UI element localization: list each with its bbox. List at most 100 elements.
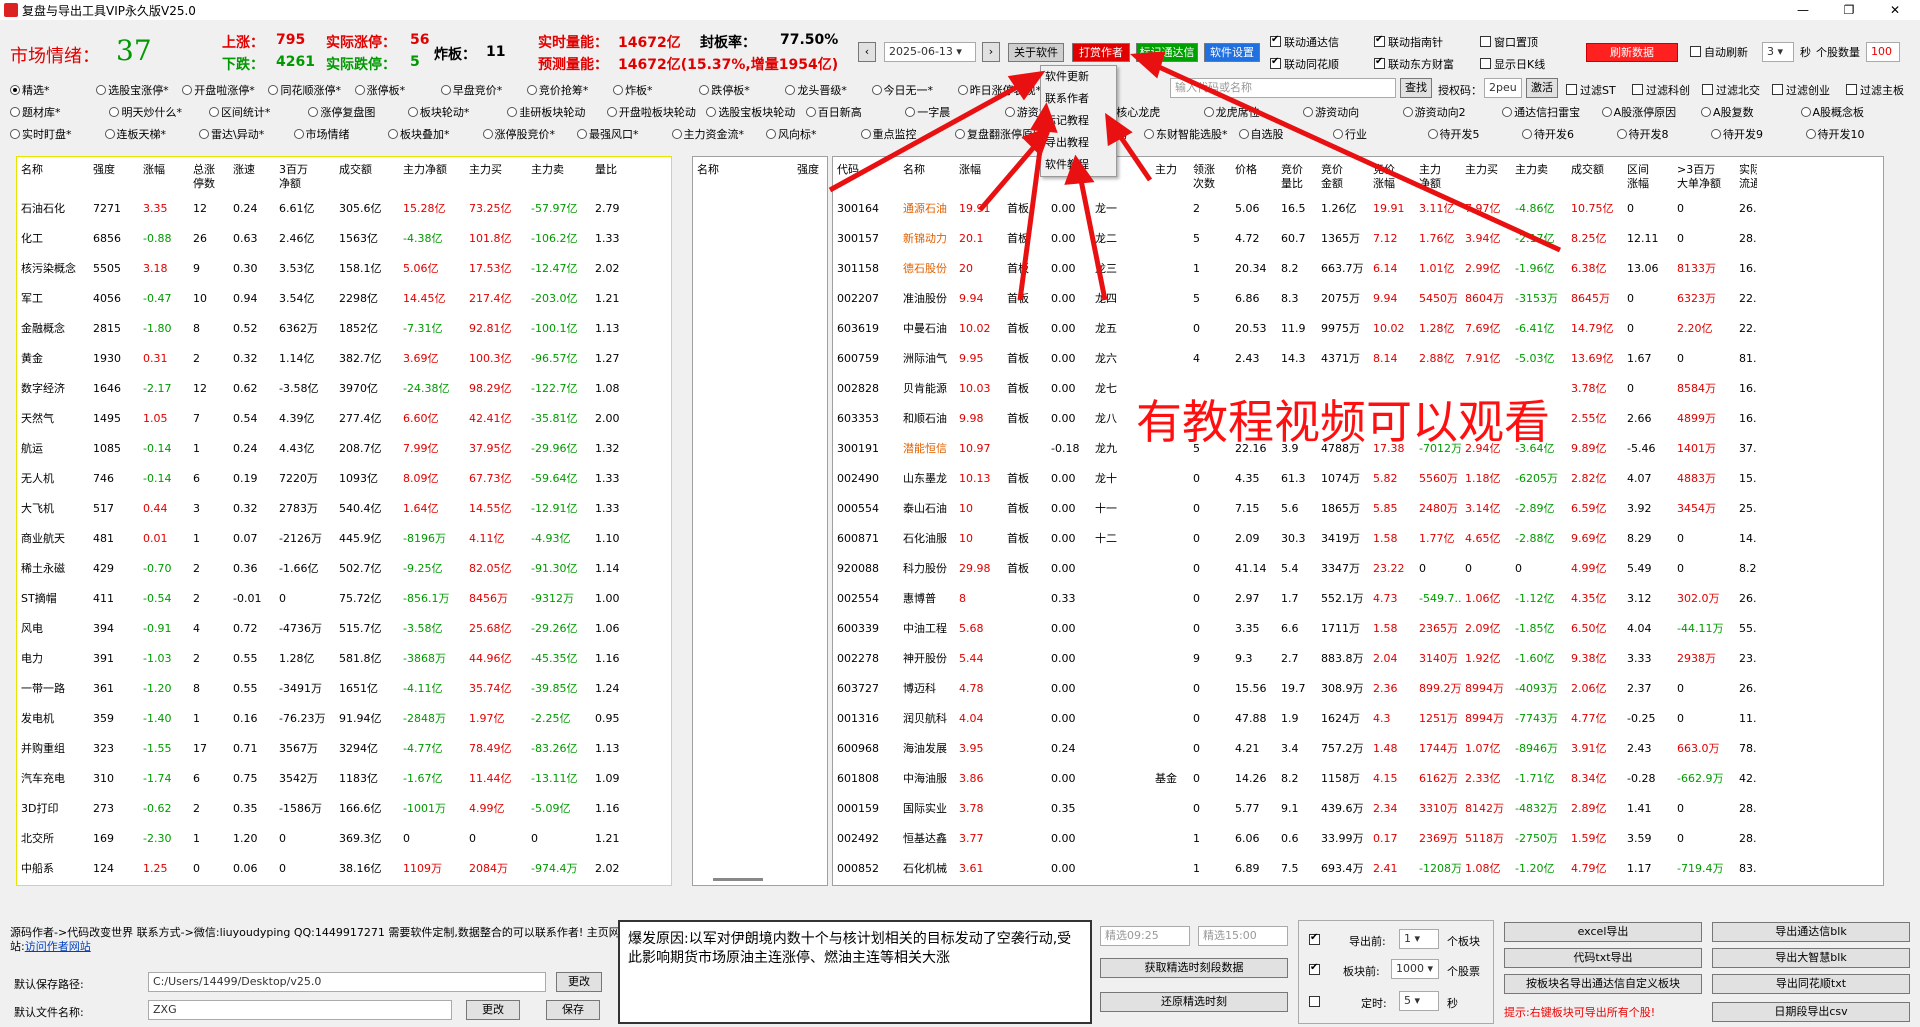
auth-input[interactable]: 2peu bbox=[1484, 78, 1522, 98]
search-input[interactable]: 输入代码或名称 bbox=[1170, 78, 1396, 98]
column-header[interactable]: 名称 bbox=[693, 157, 793, 193]
column-header[interactable]: 强度 bbox=[89, 157, 139, 193]
refresh-button[interactable]: 刷新数据 bbox=[1586, 43, 1678, 62]
timer-checkbox[interactable] bbox=[1309, 995, 1323, 1009]
link-znz-checkbox[interactable]: 联动指南针 bbox=[1374, 34, 1443, 50]
timer-select[interactable]: 5 ▾ bbox=[1399, 991, 1439, 1011]
column-header[interactable]: 竞价 金额 bbox=[1317, 157, 1369, 193]
table-row[interactable]: 603619 中曼石油 10.02 首板 0.00 龙五 0 20.53 11.9 9975万 10… bbox=[833, 313, 1757, 343]
table-row[interactable]: 600871 石化油服 10 首板 0.00 十二 0 2.09 30.3 3419万 1.58 1.… bbox=[833, 523, 1757, 553]
table-row[interactable]: 化工 6856 -0.88 26 0.63 2.46亿 1563亿 -4.38亿 101.8亿 -… bbox=[17, 223, 627, 253]
radio-option[interactable]: 龙虎席位 bbox=[1203, 104, 1260, 120]
table-row[interactable]: 000852 石化机械 3.61 0.00 1 6.89 7.5 693.4万 2.41 -120… bbox=[833, 853, 1757, 883]
link-ths-checkbox[interactable]: 联动同花顺 bbox=[1270, 56, 1339, 72]
table-row[interactable]: 中船系 124 1.25 0 0.06 0 38.16亿 1109万 2084万 -974.4万 2… bbox=[17, 853, 627, 883]
donate-button[interactable]: 打赏作者 bbox=[1072, 43, 1130, 62]
maximize-button[interactable]: ❐ bbox=[1826, 0, 1872, 20]
column-header[interactable]: 涨幅 bbox=[955, 157, 1003, 193]
filter-zb[interactable]: 过滤主板 bbox=[1846, 82, 1904, 98]
close-button[interactable]: ✕ bbox=[1872, 0, 1918, 20]
column-header[interactable]: 涨速 bbox=[229, 157, 275, 193]
radio-option[interactable]: 东财智能选股* bbox=[1144, 126, 1228, 142]
menu-item-export-tutorial[interactable]: 导出教程 bbox=[1041, 132, 1116, 154]
table-row[interactable]: 发电机 359 -1.40 1 0.16 -76.23万 91.94亿 -2848万 1.97亿… bbox=[17, 703, 627, 733]
about-software-button[interactable]: 关于软件 bbox=[1008, 43, 1064, 62]
radio-option[interactable]: 待开发5 bbox=[1427, 126, 1480, 142]
visit-site-link[interactable]: 访问作者网站 bbox=[25, 940, 91, 953]
radio-option[interactable]: 一字晨 bbox=[905, 104, 950, 120]
column-header[interactable]: 主力净额 bbox=[399, 157, 465, 193]
table-row[interactable]: 电力 391 -1.03 2 0.55 1.28亿 581.8亿 -3868万 44.96亿 -4… bbox=[17, 643, 627, 673]
date-range-csv-button[interactable]: 日期段导出csv bbox=[1712, 1002, 1910, 1022]
table-row[interactable]: 300157 新锦动力 20.1 首板 0.00 龙二 5 4.72 60.7 1365万 7.12… bbox=[833, 223, 1757, 253]
radio-option[interactable]: 涨停股竞价* bbox=[482, 126, 555, 142]
table-row[interactable]: 000554 泰山石油 10 首板 0.00 十一 0 7.15 5.6 1865万 5.85 248… bbox=[833, 493, 1757, 523]
table-row[interactable]: 301158 德石股份 20 首板 0.00 龙三 1 20.34 8.2 663.7万 6.14 1… bbox=[833, 253, 1757, 283]
radio-option[interactable]: 连板天梯* bbox=[104, 126, 166, 142]
radio-option[interactable]: 选股宝涨停* bbox=[96, 82, 169, 98]
column-header[interactable]: 竞价 量比 bbox=[1277, 157, 1317, 193]
radio-option[interactable]: 待开发9 bbox=[1711, 126, 1763, 142]
export-before-checkbox[interactable] bbox=[1309, 932, 1323, 947]
radio-option[interactable]: 昨日涨停表现* bbox=[957, 82, 1041, 98]
table-row[interactable]: ST摘帽 411 -0.54 2 -0.01 0 75.72亿 -856.1万 8456万 -93… bbox=[17, 583, 627, 613]
column-header[interactable]: 主力 bbox=[1151, 157, 1189, 193]
table-row[interactable]: 数字经济 1646 -2.17 12 0.62 -3.58亿 3970亿 -24.38亿 98.… bbox=[17, 373, 627, 403]
settings-button[interactable]: 软件设置 bbox=[1204, 43, 1260, 62]
radio-option[interactable]: 游资动向2 bbox=[1402, 104, 1466, 120]
radio-option[interactable]: 炸板* bbox=[613, 82, 653, 98]
radio-option[interactable]: 板块轮动* bbox=[407, 104, 469, 120]
radio-option[interactable]: 待开发10 bbox=[1805, 126, 1865, 142]
radio-option[interactable]: 雷达\异动* bbox=[199, 126, 264, 142]
table-row[interactable]: 商业航天 481 0.01 1 0.07 -2126万 445.9亿 -8196万 4.11亿 -… bbox=[17, 523, 627, 553]
change-path-button[interactable]: 更改 bbox=[556, 972, 602, 992]
table-row[interactable]: 002207 准油股份 9.94 首板 0.00 龙四 5 6.86 8.3 2075万 9.94 5… bbox=[833, 283, 1757, 313]
menu-item-software-tutorial[interactable]: 软件教程 bbox=[1041, 154, 1116, 176]
block-before-checkbox[interactable] bbox=[1309, 962, 1323, 977]
column-header[interactable]: 代码 bbox=[833, 157, 899, 193]
radio-option[interactable]: 复盘翻涨停原因 bbox=[955, 126, 1044, 142]
restore-selection-button[interactable]: 还原精选时刻 bbox=[1100, 992, 1288, 1012]
menu-item-contact[interactable]: 联系作者 bbox=[1041, 88, 1116, 110]
table-row[interactable]: 并购重组 323 -1.55 17 0.71 3567万 3294亿 -4.77亿 78.49亿… bbox=[17, 733, 627, 763]
column-header[interactable]: 主力 净额 bbox=[1415, 157, 1461, 193]
radio-option[interactable]: 开盘啦涨停* bbox=[182, 82, 255, 98]
table-row[interactable]: 无人机 746 -0.14 6 0.19 7220万 1093亿 8.09亿 67.73亿 -59… bbox=[17, 463, 627, 493]
radio-option[interactable]: 主力资金流* bbox=[671, 126, 744, 142]
table-row[interactable]: 002490 山东墨龙 10.13 首板 0.00 龙十 0 4.35 61.3 1074万 5.8… bbox=[833, 463, 1757, 493]
table-row[interactable]: 天然气 1495 1.05 7 0.54 4.39亿 277.4亿 6.60亿 42.41亿 -3… bbox=[17, 403, 627, 433]
filter-cy[interactable]: 过滤创业 bbox=[1772, 82, 1830, 98]
column-header[interactable]: 名称 bbox=[899, 157, 955, 193]
radio-option[interactable]: A股复数 bbox=[1701, 104, 1754, 120]
table-row[interactable]: 002554 惠博普 8 0.33 0 2.97 1.7 552.1万 4.73 -549.7..… bbox=[833, 583, 1757, 613]
column-header[interactable]: 主力卖 bbox=[527, 157, 591, 193]
table-row[interactable]: 002492 恒基达鑫 3.77 0.00 1 6.06 0.6 33.99万 0.17 2369… bbox=[833, 823, 1757, 853]
table-row[interactable]: 北交所 169 -2.30 1 1.20 0 369.3亿 0 0 0 1.21 bbox=[17, 823, 627, 853]
filter-st[interactable]: 过滤ST bbox=[1566, 82, 1616, 98]
column-header[interactable]: 竞价 涨幅 bbox=[1369, 157, 1415, 193]
column-header[interactable]: 主力买 bbox=[465, 157, 527, 193]
table-row[interactable]: 603727 博迈科 4.78 0.00 0 15.56 19.7 308.9万 2.36 899… bbox=[833, 673, 1757, 703]
table-row[interactable]: 石油石化 7271 3.35 12 0.24 6.61亿 305.6亿 15.28亿 73.25… bbox=[17, 193, 627, 223]
radio-option[interactable]: 明天炒什么* bbox=[109, 104, 182, 120]
select-time-1[interactable]: 精选09:25 bbox=[1100, 926, 1190, 946]
radio-option[interactable]: 自选股 bbox=[1238, 126, 1284, 142]
radio-option[interactable]: A股涨停原因 bbox=[1601, 104, 1676, 120]
refresh-seconds-select[interactable]: 3 ▾ bbox=[1762, 42, 1794, 62]
filter-bj[interactable]: 过滤北交 bbox=[1702, 82, 1760, 98]
column-header[interactable]: 成交额 bbox=[335, 157, 399, 193]
radio-option[interactable]: 百日新高 bbox=[805, 104, 862, 120]
radio-option[interactable]: 行业 bbox=[1333, 126, 1367, 142]
radio-option[interactable]: 跌停板* bbox=[699, 82, 750, 98]
stock-count-input[interactable]: 100 bbox=[1866, 42, 1900, 62]
table-row[interactable]: 军工 4056 -0.47 10 0.94 3.54亿 2298亿 14.45亿 217.4亿 -… bbox=[17, 283, 627, 313]
radio-option[interactable]: 龙头晋级* bbox=[785, 82, 847, 98]
menu-item-update[interactable]: 软件更新 bbox=[1041, 66, 1116, 88]
column-header[interactable]: 强度 bbox=[793, 157, 823, 193]
export-ths-txt-button[interactable]: 导出同花顺txt bbox=[1712, 974, 1910, 994]
link-dfcf-checkbox[interactable]: 联动东方财富 bbox=[1374, 56, 1454, 72]
column-header[interactable]: 价格 bbox=[1231, 157, 1277, 193]
table-row[interactable]: 稀土永磁 429 -0.70 2 0.36 -1.66亿 502.7亿 -9.25亿 82.05… bbox=[17, 553, 627, 583]
radio-option[interactable]: 游资动向 bbox=[1303, 104, 1359, 120]
table-row[interactable]: 航运 1085 -0.14 1 0.24 4.43亿 208.7亿 7.99亿 37.95亿 -2… bbox=[17, 433, 627, 463]
